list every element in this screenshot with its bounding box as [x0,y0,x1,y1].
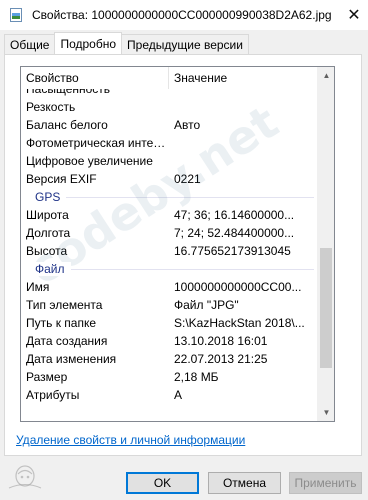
list-item[interactable]: Атрибуты A [21,386,318,404]
tab-general[interactable]: Общие [4,34,56,54]
list-item[interactable]: Цифровое увеличение [21,152,318,170]
apply-button[interactable]: Применить [289,472,362,494]
group-header-file: Файл [21,260,318,278]
property-name: Долгота [26,226,71,240]
property-name: Фотометрическая интер... [26,136,169,150]
property-name: Имя [26,280,50,294]
property-value: 2,18 МБ [174,370,219,384]
property-name: Путь к папке [26,316,97,330]
property-value: 7; 24; 52.484400000... [174,226,295,240]
property-value: 47; 36; 16.14600000... [174,208,295,222]
property-value: S:\KazHackStan 2018\... [174,316,305,330]
property-name: Версия EXIF [26,172,97,186]
list-header: Свойство Значение [21,67,318,89]
window-title: Свойства: 1000000000000CC000000990038D2A… [32,8,332,22]
property-value: 13.10.2018 16:01 [174,334,268,348]
property-name: Высота [26,244,68,258]
scroll-down-arrow[interactable]: ▼ [318,404,334,421]
property-value: 16.775652173913045 [174,244,291,258]
tab-details[interactable]: Подробно [54,32,123,54]
property-value: 22.07.2013 21:25 [174,352,268,366]
list-item[interactable]: Баланс белого Авто [21,116,318,134]
close-icon[interactable]: ✕ [340,0,368,30]
group-header-gps: GPS [21,188,318,206]
details-panel: Свойство Значение Насыщенность Резкость Ба… [4,54,362,456]
list-item[interactable]: Резкость [21,98,318,116]
list-item[interactable]: Имя 1000000000000CC00... [21,278,318,296]
tab-strip: Общие Подробно Предыдущие версии [4,32,249,54]
property-name: Атрибуты [26,388,80,402]
property-value: 0221 [174,172,201,186]
property-value: A [174,388,183,402]
property-name: Дата изменения [26,352,117,366]
group-label: GPS [21,190,67,204]
scroll-up-arrow[interactable]: ▲ [318,67,334,84]
properties-list[interactable]: Свойство Значение Насыщенность Резкость Ба… [20,66,335,422]
list-rows: Насыщенность Резкость Баланс белого Авто Фот… [21,89,318,421]
scroll-thumb[interactable] [320,248,332,368]
list-item[interactable]: Насыщенность [21,89,318,98]
list-item[interactable]: Дата изменения 22.07.2013 21:25 [21,350,318,368]
property-name: Размер [26,370,68,384]
property-name: Баланс белого [26,118,108,132]
cancel-button[interactable]: Отмена [208,472,281,494]
property-name: Дата создания [26,334,108,348]
property-name: Насыщенность [26,89,111,96]
list-item[interactable]: Фотометрическая интер... [21,134,318,152]
property-name: Тип элемента [26,298,103,312]
property-value: Файл "JPG" [174,298,239,312]
title-bar: Свойства: 1000000000000CC000000990038D2A… [0,0,368,30]
list-item[interactable]: Дата создания 13.10.2018 16:01 [21,332,318,350]
property-name: Резкость [26,100,76,114]
tab-previous-versions[interactable]: Предыдущие версии [121,34,249,54]
list-item[interactable]: Версия EXIF 0221 [21,170,318,188]
property-value: Авто [174,118,201,132]
column-header-property[interactable]: Свойство [21,67,169,89]
list-item[interactable]: Путь к папке S:\KazHackStan 2018\... [21,314,318,332]
remove-properties-link[interactable]: Удаление свойств и личной информации [16,433,245,447]
property-value: 1000000000000CC00... [174,280,302,294]
list-item[interactable]: Высота 16.775652173913045 [21,242,318,260]
list-item[interactable]: Широта 47; 36; 16.14600000... [21,206,318,224]
list-item[interactable]: Тип элемента Файл "JPG" [21,296,318,314]
list-item[interactable]: Размер 2,18 МБ [21,368,318,386]
vertical-scrollbar[interactable]: ▲ ▼ [317,67,334,421]
property-name: Цифровое увеличение [26,154,153,168]
group-label: Файл [21,262,71,276]
ok-button[interactable]: OK [126,472,199,494]
watermark-seal-logo [8,465,42,489]
image-file-icon [8,7,24,23]
property-name: Широта [26,208,69,222]
column-header-value[interactable]: Значение [169,67,318,89]
list-item[interactable]: Долгота 7; 24; 52.484400000... [21,224,318,242]
